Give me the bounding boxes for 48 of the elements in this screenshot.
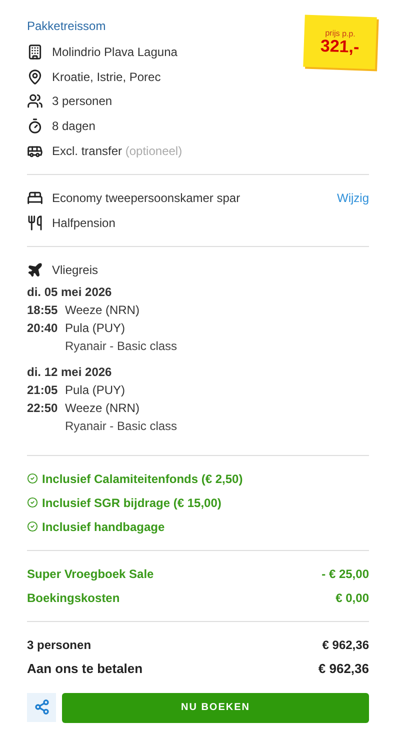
total-label: Aan ons te betalen xyxy=(27,661,143,676)
airport: Pula (PUY) xyxy=(65,320,126,335)
bed-icon xyxy=(27,190,43,206)
price-line-amount: € 0,00 xyxy=(336,590,369,605)
plane-icon xyxy=(27,262,43,278)
flight-date: di. 05 mei 2026 xyxy=(27,284,112,299)
change-link[interactable]: Wijzig xyxy=(337,191,369,206)
book-button[interactable]: NU BOEKEN xyxy=(62,692,369,723)
section-title: Pakketreissom xyxy=(27,18,106,35)
inclusion-text: Inclusief handbagage xyxy=(42,520,165,534)
people-icon xyxy=(27,93,43,110)
flight-time: 22:50 xyxy=(27,400,59,415)
detail-text: Excl. transfer (optioneel) xyxy=(52,144,182,158)
total-amount: € 962,36 xyxy=(322,638,369,652)
detail-text: 8 dagen xyxy=(52,119,96,134)
cutlery-icon xyxy=(27,214,43,231)
share-icon xyxy=(34,699,50,716)
map-pin-icon xyxy=(27,68,43,85)
flight-time: 18:55 xyxy=(27,302,59,317)
airport: Pula (PUY) xyxy=(65,382,126,397)
flight-time: 21:05 xyxy=(27,382,59,397)
detail-text: Halfpension xyxy=(52,216,116,230)
airline: Ryanair - Basic class xyxy=(65,418,178,433)
detail-text: 3 personen xyxy=(52,94,112,108)
detail-text: Economy tweepersoonskamer spar xyxy=(52,191,240,206)
building-icon xyxy=(27,44,43,60)
detail-text: Molindrio Plava Laguna xyxy=(52,45,178,60)
price-amount: 321,- xyxy=(320,36,360,56)
inclusion-text: Inclusief SGR bijdrage (€ 15,00) xyxy=(42,496,222,510)
check-circle-icon xyxy=(27,521,38,532)
flight-date: di. 12 mei 2026 xyxy=(27,364,112,379)
airport: Weeze (NRN) xyxy=(65,302,140,317)
share-button[interactable] xyxy=(27,692,56,722)
total-label: 3 personen xyxy=(27,638,92,652)
timer-icon xyxy=(27,118,43,134)
flight-time: 20:40 xyxy=(27,320,59,335)
check-circle-icon xyxy=(27,473,38,484)
price-line-label: Super Vroegboek Sale xyxy=(27,566,154,581)
detail-text: Kroatie, Istrie, Porec xyxy=(52,70,161,84)
total-amount: € 962,36 xyxy=(318,661,369,676)
flight-label: Vliegreis xyxy=(52,263,98,278)
price-line-amount: - € 25,00 xyxy=(322,566,369,581)
inclusion-text: Inclusief Calamiteitenfonds (€ 2,50) xyxy=(42,472,243,486)
price-line-label: Boekingskosten xyxy=(27,590,120,605)
price-label: prijs p.p. xyxy=(325,28,356,38)
airport: Weeze (NRN) xyxy=(65,400,140,415)
check-circle-icon xyxy=(27,497,38,508)
airline: Ryanair - Basic class xyxy=(65,338,178,353)
